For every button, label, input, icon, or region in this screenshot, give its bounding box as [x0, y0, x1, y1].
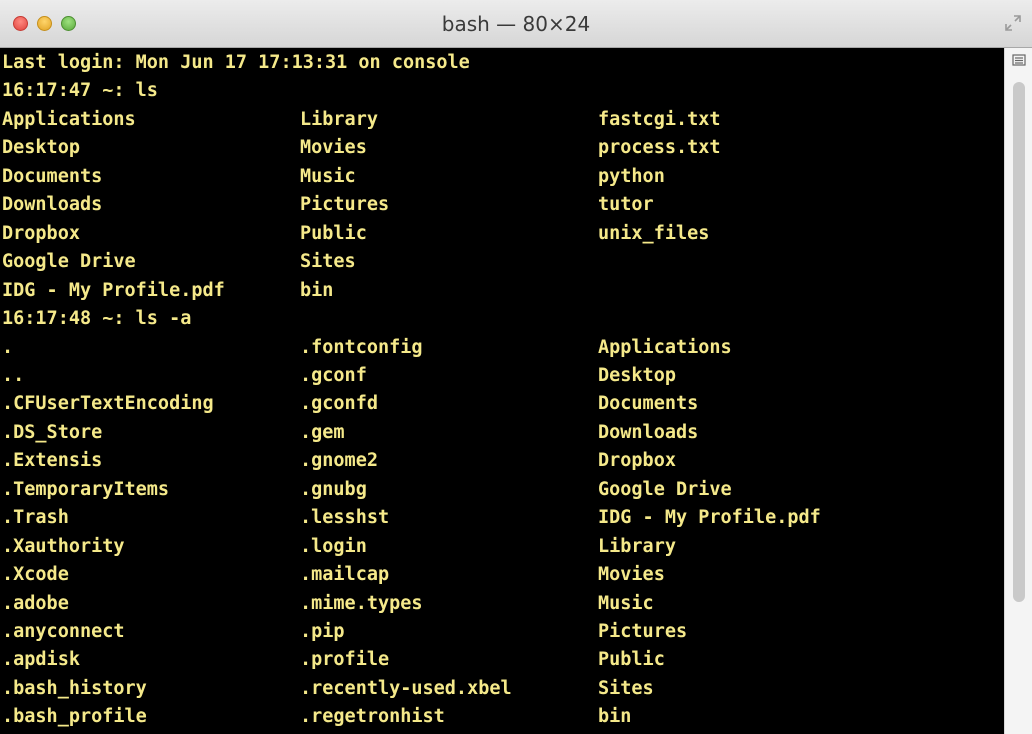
terminal-text: .Xauthority — [2, 535, 125, 557]
terminal-text: tutor — [598, 194, 654, 216]
terminal-text: Google Drive — [2, 251, 136, 273]
vertical-scrollbar[interactable] — [1004, 48, 1032, 734]
terminal-line: .TemporaryItems .gnubg Google Drive — [0, 476, 1004, 504]
terminal-text: unix_files — [598, 222, 710, 244]
terminal-text: .apdisk — [2, 649, 80, 671]
terminal-text: Movies — [598, 564, 665, 586]
terminal-text: Desktop — [2, 137, 80, 159]
terminal-text: .pip — [300, 621, 345, 642]
terminal-text: .gnome2 — [300, 450, 378, 472]
terminal-text: Public — [598, 649, 665, 671]
terminal-text: .bash_profile — [2, 706, 147, 728]
terminal-line: .adobe .mime.types Music — [0, 590, 1004, 618]
terminal-text: Sites — [300, 251, 356, 273]
terminal-text: Pictures — [598, 621, 688, 642]
terminal-text: .DS_Store — [2, 421, 103, 443]
terminal-text: 16:17:47 ~: ls — [2, 80, 158, 102]
terminal-text: Sites — [598, 677, 654, 699]
terminal-text: Downloads — [2, 194, 103, 216]
terminal-line: 16:17:48 ~: ls -a — [0, 305, 1004, 333]
terminal-line: .anyconnect .pip Pictures — [0, 618, 1004, 646]
terminal-line: .Xauthority .login Library — [0, 533, 1004, 561]
terminal-text: .CFUserTextEncoding — [2, 393, 214, 415]
terminal-text: .mailcap — [300, 564, 390, 586]
scrollbar-thumb[interactable] — [1013, 82, 1025, 602]
terminal-line: Downloads Pictures tutor — [0, 191, 1004, 219]
terminal-text: IDG - My Profile.pdf — [2, 279, 225, 301]
window-title: bash — 80×24 — [441, 12, 591, 36]
terminal-text: Public — [300, 222, 367, 244]
terminal-text: .anyconnect — [2, 621, 125, 642]
terminal-text: .gconf — [300, 364, 367, 386]
terminal-text: Documents — [598, 393, 699, 415]
terminal-line: .DS_Store .gem Downloads — [0, 419, 1004, 447]
terminal-window: bash — 80×24 Last login: Mon Jun 17 17:1… — [0, 0, 1032, 734]
terminal-text: .regetronhist — [300, 706, 445, 728]
terminal-text: Music — [300, 165, 356, 187]
terminal-text: .Trash — [2, 507, 69, 529]
terminal-line: .Trash .lesshst IDG - My Profile.pdf — [0, 504, 1004, 532]
hamburger-icon[interactable] — [1012, 54, 1026, 66]
terminal-text: Last login: Mon Jun 17 17:13:31 on conso… — [2, 52, 470, 73]
terminal-line: Documents Music python — [0, 163, 1004, 191]
terminal-line: . .fontconfig Applications — [0, 334, 1004, 362]
terminal-line: .. .gconf Desktop — [0, 362, 1004, 390]
terminal-line: Desktop Movies process.txt — [0, 134, 1004, 162]
terminal-text: Dropbox — [598, 450, 676, 472]
terminal-text: Music — [598, 592, 654, 614]
terminal-line: .Extensis .gnome2 Dropbox — [0, 447, 1004, 475]
terminal-text: .login — [300, 535, 367, 557]
terminal-text: .gconfd — [300, 393, 378, 415]
terminal-line: .bash_profile .regetronhist bin — [0, 703, 1004, 731]
terminal-line: Last login: Mon Jun 17 17:13:31 on conso… — [0, 49, 1004, 77]
terminal-line: .CFUserTextEncoding .gconfd Documents — [0, 390, 1004, 418]
terminal-line: Google Drive Sites — [0, 248, 1004, 276]
terminal-text: IDG - My Profile.pdf — [598, 507, 821, 529]
terminal-text: Library — [598, 535, 676, 557]
terminal-text: .mime.types — [300, 592, 423, 614]
terminal-text: fastcgi.txt — [598, 108, 721, 130]
terminal-text: .TemporaryItems — [2, 478, 170, 500]
terminal-line: Dropbox Public unix_files — [0, 220, 1004, 248]
terminal-text: process.txt — [598, 137, 721, 159]
terminal-text: .lesshst — [300, 507, 390, 529]
terminal-line: 16:17:47 ~: ls — [0, 77, 1004, 105]
terminal-text: .recently-used.xbel — [300, 677, 512, 699]
terminal-text: .gnubg — [300, 478, 367, 500]
terminal-line: .apdisk .profile Public — [0, 646, 1004, 674]
terminal-text: .bash_history — [2, 677, 147, 699]
terminal-text: Applications — [2, 108, 136, 130]
terminal-text: Movies — [300, 137, 367, 159]
terminal-text: .Xcode — [2, 564, 69, 586]
terminal-text: Google Drive — [598, 478, 732, 500]
terminal-text: .Extensis — [2, 450, 103, 472]
title-bar[interactable]: bash — 80×24 — [0, 0, 1032, 48]
terminal-output[interactable]: Last login: Mon Jun 17 17:13:31 on conso… — [0, 48, 1004, 734]
terminal-text: Library — [300, 108, 378, 130]
terminal-line: .Xcode .mailcap Movies — [0, 561, 1004, 589]
terminal-text: Downloads — [598, 421, 699, 443]
terminal-text: Documents — [2, 165, 103, 187]
terminal-text: .. — [2, 364, 25, 386]
terminal-text: bin — [598, 706, 632, 728]
terminal-text: bin — [300, 279, 334, 301]
terminal-text: .adobe — [2, 592, 69, 614]
terminal-text: python — [598, 165, 665, 187]
terminal-text: .profile — [300, 649, 390, 671]
terminal-text: .gem — [300, 421, 345, 443]
terminal-text: . — [2, 336, 14, 358]
terminal-line: .bash_history .recently-used.xbel Sites — [0, 675, 1004, 703]
terminal-text: 16:17:48 ~: ls -a — [2, 308, 192, 330]
terminal-text: Desktop — [598, 364, 676, 386]
terminal-line: Applications Library fastcgi.txt — [0, 106, 1004, 134]
terminal-text: .fontconfig — [300, 336, 423, 358]
terminal-text: Dropbox — [2, 222, 80, 244]
fullscreen-arrows-icon[interactable] — [1004, 14, 1022, 32]
terminal-line: IDG - My Profile.pdf bin — [0, 277, 1004, 305]
terminal-text: Pictures — [300, 194, 390, 216]
terminal-text: Applications — [598, 336, 732, 358]
